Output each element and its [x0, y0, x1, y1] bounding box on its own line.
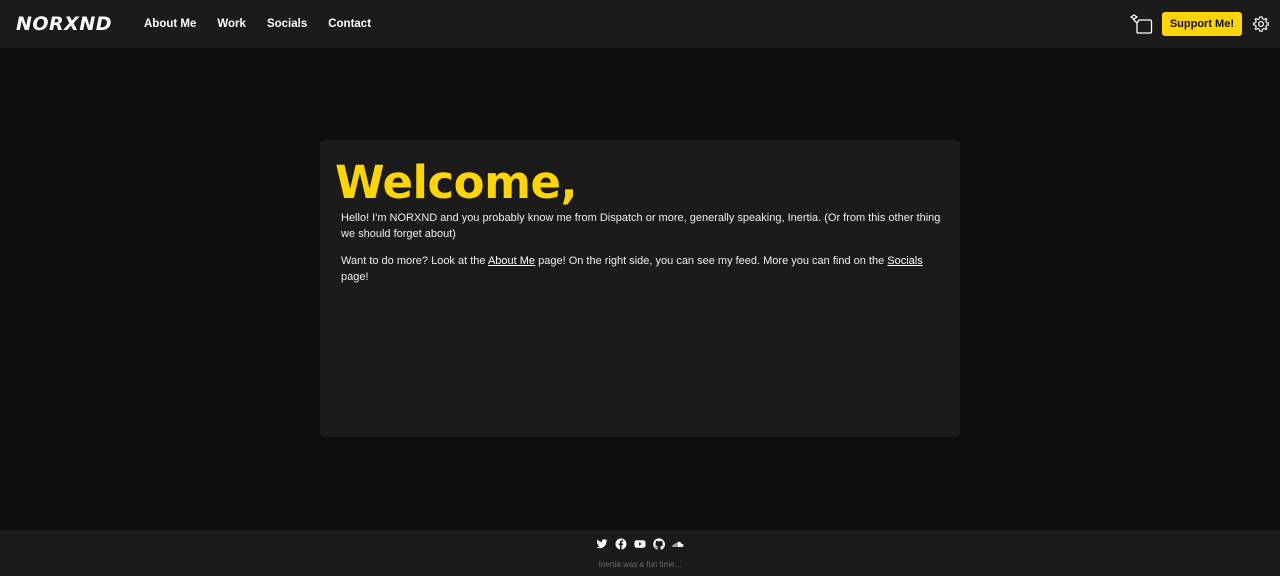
site-footer: Inertia was a fun time...: [0, 530, 1280, 576]
welcome-card: Welcome, Hello! I'm NORXND and you proba…: [320, 140, 960, 437]
welcome-text: Hello! I'm NORXND and you probably know …: [341, 210, 941, 296]
theme-toggle-icon[interactable]: [1129, 14, 1153, 34]
paragraph-text: Want to do more? Look at the: [341, 255, 488, 267]
gear-icon[interactable]: [1252, 15, 1270, 33]
nav-socials[interactable]: Socials: [267, 18, 307, 30]
paragraph-text: page! On the right side, you can see my …: [535, 255, 888, 267]
site-logo[interactable]: NORXND: [16, 13, 128, 35]
facebook-icon[interactable]: [615, 538, 627, 550]
paragraph-text: page!: [341, 271, 369, 283]
welcome-heading: Welcome,: [335, 156, 578, 209]
intro-paragraph: Hello! I'm NORXND and you probably know …: [341, 212, 941, 240]
nav-work[interactable]: Work: [217, 18, 246, 30]
about-me-link[interactable]: About Me: [488, 255, 535, 267]
github-icon[interactable]: [653, 538, 665, 550]
support-me-button[interactable]: Support Me!: [1161, 12, 1242, 36]
header-actions: Support Me!: [1129, 0, 1270, 48]
footer-caption: Inertia was a fun time...: [598, 560, 682, 569]
twitter-icon[interactable]: [596, 538, 608, 550]
socials-link[interactable]: Socials: [887, 255, 922, 267]
main-nav: About Me Work Socials Contact: [144, 18, 392, 30]
top-navbar: NORXND About Me Work Socials Contact Sup…: [0, 0, 1280, 48]
youtube-icon[interactable]: [634, 538, 646, 550]
nav-contact[interactable]: Contact: [328, 18, 371, 30]
soundcloud-icon[interactable]: [672, 538, 684, 550]
nav-about-me[interactable]: About Me: [144, 18, 196, 30]
navigation-paragraph: Want to do more? Look at the About Me pa…: [341, 253, 941, 285]
social-links: [0, 538, 1280, 550]
